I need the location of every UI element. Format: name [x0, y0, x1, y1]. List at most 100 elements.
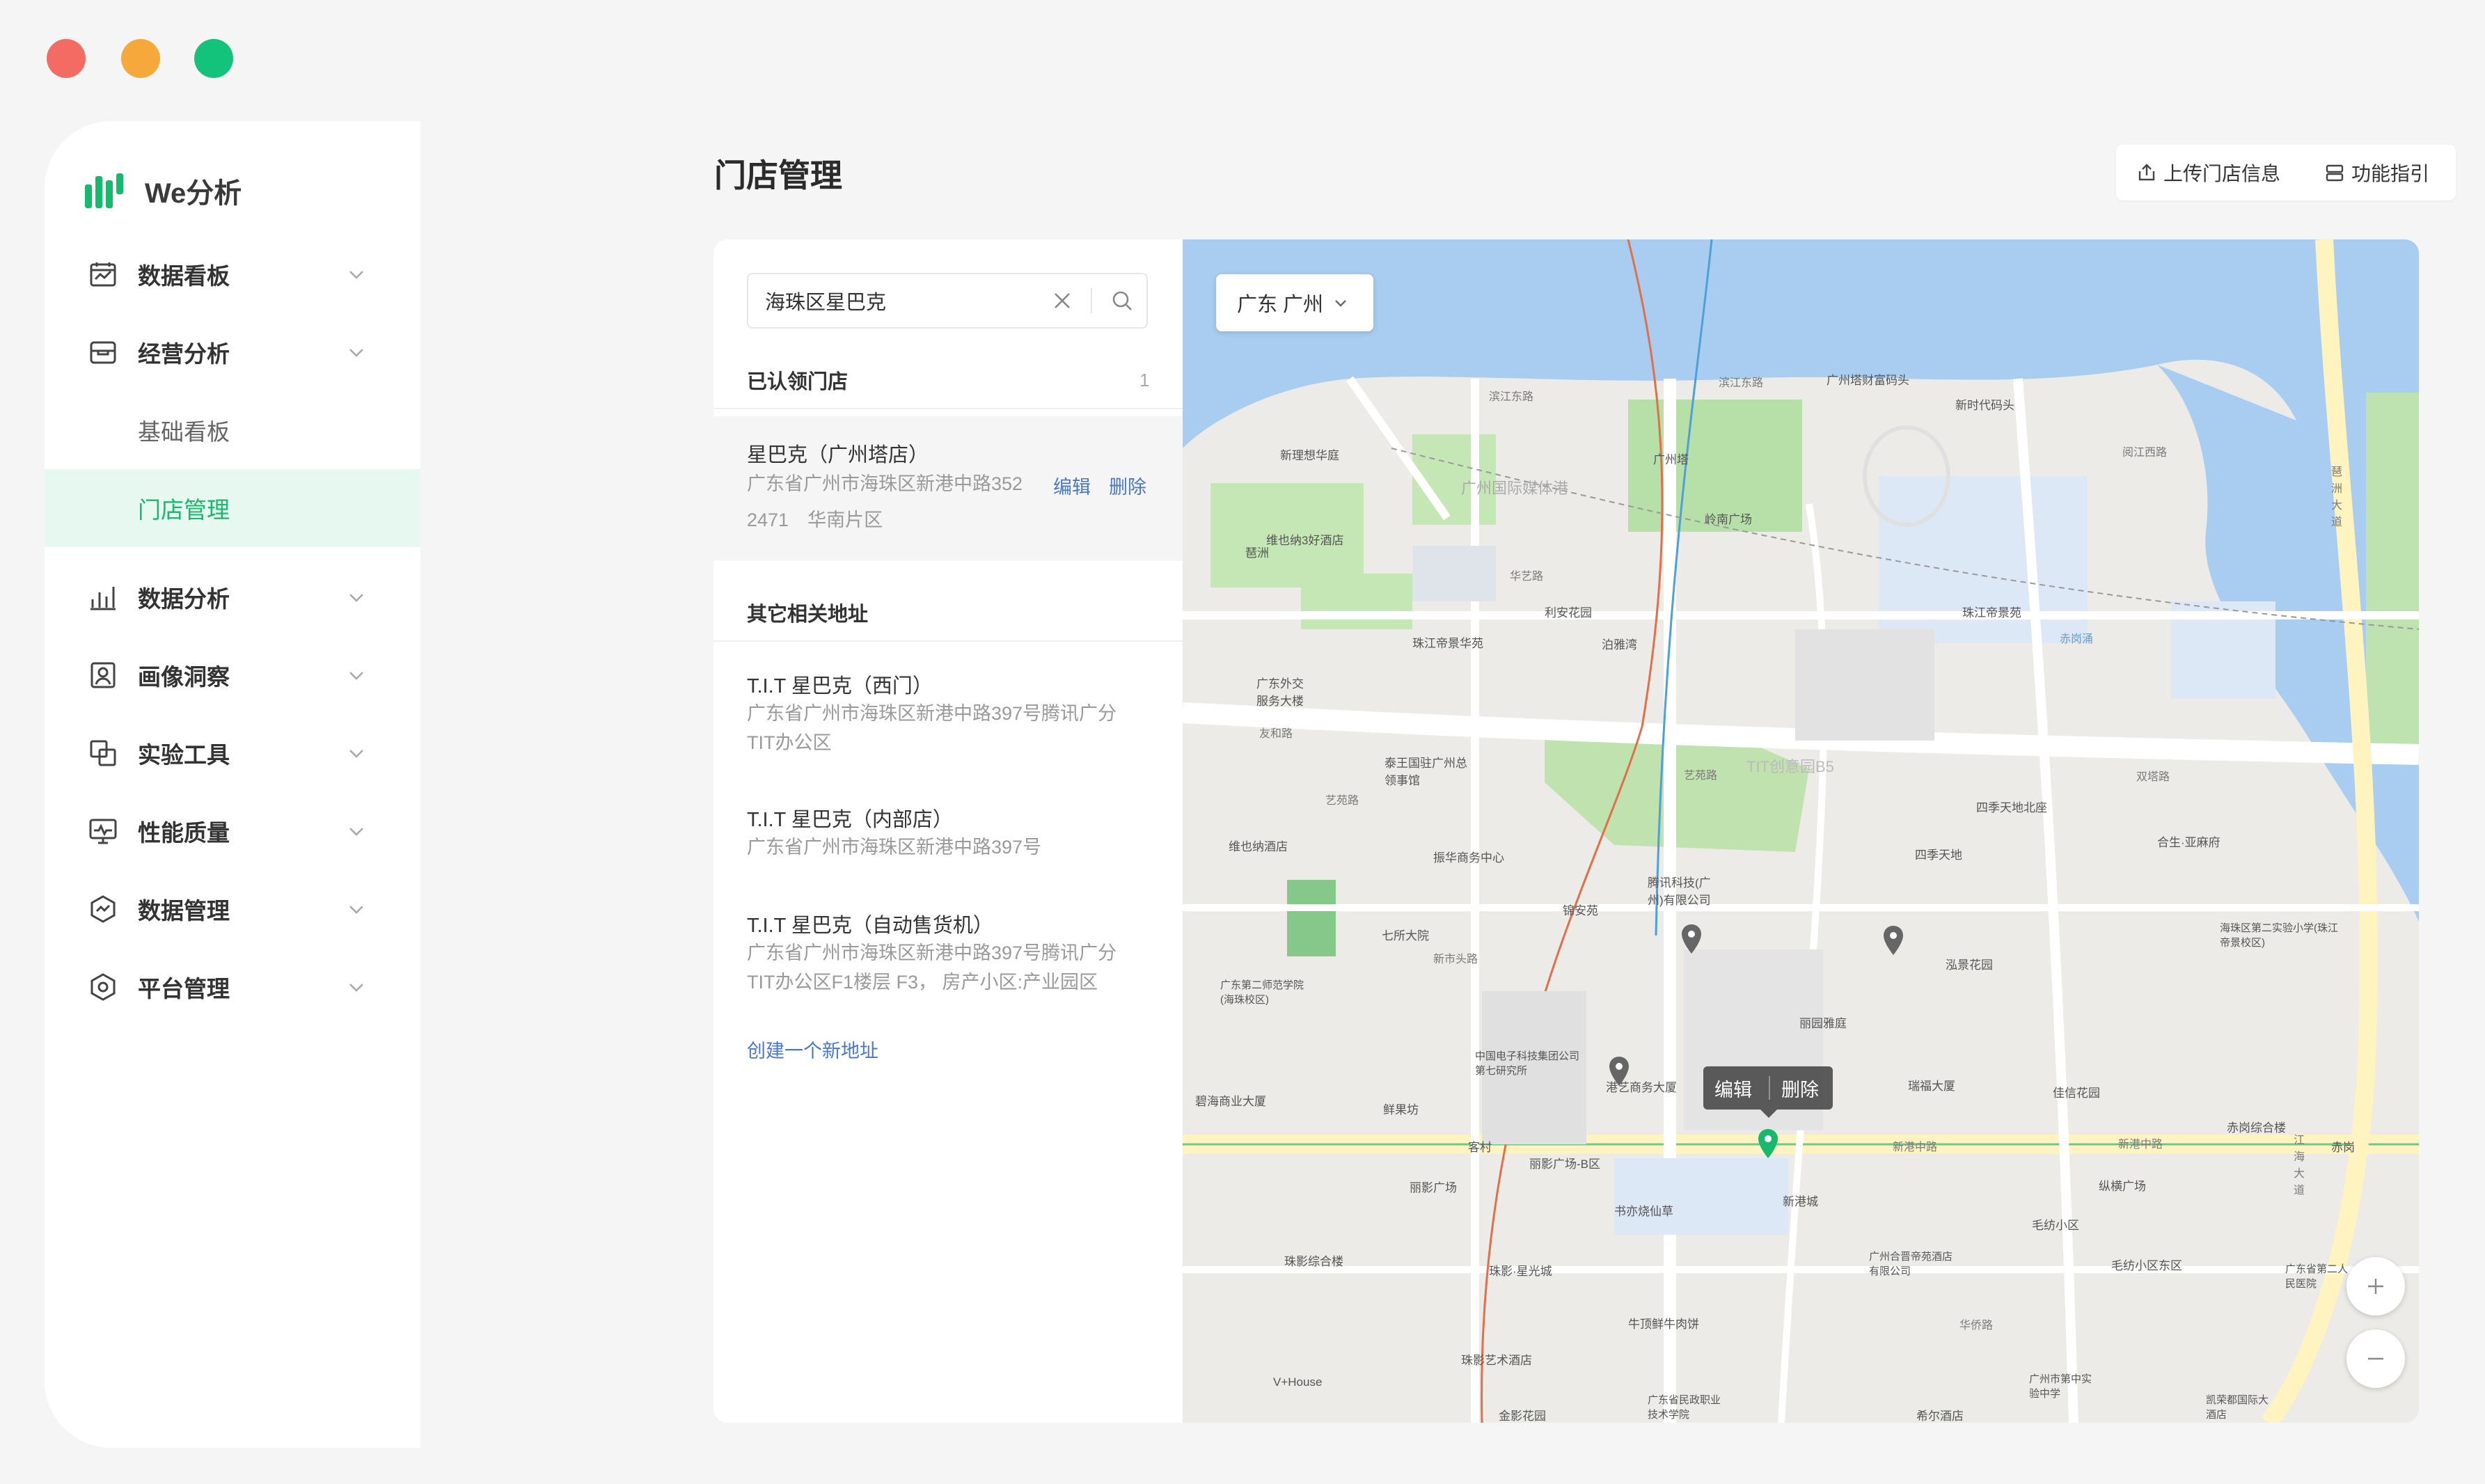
feature-guide-button[interactable]: 功能指引 — [2325, 159, 2429, 187]
map-label: 毛纺小区 — [2032, 1219, 2079, 1232]
address-name: T.I.T 星巴克（内部店） — [747, 809, 953, 831]
sidebar-item-basic-dashboard[interactable]: 基础看板 — [45, 391, 420, 469]
window-close-button[interactable] — [47, 39, 86, 78]
chevron-down-icon — [345, 820, 368, 842]
zoom-in-button[interactable] — [2346, 1257, 2405, 1316]
portrait-icon — [88, 660, 118, 690]
map-label: 四季天地北座 — [1976, 801, 2047, 814]
chevron-down-icon — [345, 742, 368, 764]
claimed-stores-count: 1 — [1139, 369, 1150, 390]
sidebar-item-label: 画像洞察 — [138, 664, 230, 690]
map-label: 阅江西路 — [2122, 447, 2168, 459]
sidebar: We分析 数据看板 经营分析 基础看板 门店管理 数据分析 画像洞察 实验工具 … — [45, 121, 420, 1448]
map-label: 新港城 — [1783, 1195, 1818, 1208]
sidebar-item-data-dashboard[interactable]: 数据看板 — [45, 235, 420, 313]
map-label: 广州塔 — [1653, 453, 1689, 466]
map[interactable]: 滨江东路 滨江东路 广州塔财富码头 新时代码头 阅江西路 新理想华庭 广州国际媒… — [1183, 239, 2419, 1423]
map-label: 艺苑路 — [1325, 795, 1359, 807]
sidebar-item-label: 基础看板 — [138, 419, 230, 445]
address-item[interactable]: T.I.T 星巴克（西门） 广东省广州市海珠区新港中路397号腾讯广分 TIT办… — [713, 650, 1183, 755]
claimed-stores-title: 已认领门店 — [747, 371, 849, 393]
chevron-down-icon — [345, 586, 368, 608]
map-label: 维也纳3好酒店 — [1266, 534, 1344, 547]
address-line: 广东省广州市海珠区新港中路397号 — [747, 837, 1042, 858]
map-label: 腾讯科技(广州)有限公司 — [1648, 876, 1711, 907]
map-label: 新市头路 — [1433, 954, 1478, 965]
map-label: 佳信花园 — [2053, 1087, 2100, 1100]
upload-store-info-label: 上传门店信息 — [2163, 163, 2281, 184]
chevron-down-icon — [345, 263, 368, 285]
search-input[interactable]: 海珠区星巴克 — [747, 273, 1148, 329]
map-label: 书亦烧仙草 — [1614, 1205, 1673, 1218]
claimed-store-item[interactable]: 星巴克（广州塔店） 广东省广州市海珠区新港中路352 2471 华南片区 编辑 … — [713, 416, 1183, 561]
clear-icon[interactable] — [1050, 289, 1074, 313]
search-icon[interactable] — [1110, 289, 1134, 313]
map-label: 广州塔财富码头 — [1827, 374, 1909, 387]
sidebar-item-platform-management[interactable]: 平台管理 — [45, 948, 420, 1026]
address-item[interactable]: T.I.T 星巴克（自动售货机） 广东省广州市海珠区新港中路397号腾讯广分 T… — [713, 890, 1183, 1001]
sidebar-item-label: 数据看板 — [138, 263, 230, 289]
upload-store-info-button[interactable]: 上传门店信息 — [2137, 159, 2280, 187]
pin-delete-button[interactable]: 删除 — [1781, 1075, 1819, 1102]
map-pin-icon[interactable] — [1680, 923, 1703, 955]
sidebar-item-experiment-tools[interactable]: 实验工具 — [45, 714, 420, 792]
store-address-extra: 2471 华南片区 — [747, 510, 883, 530]
map-label: 珠影·星光城 — [1489, 1265, 1552, 1278]
store-icon — [88, 337, 118, 368]
top-actions: 上传门店信息 功能指引 — [2116, 145, 2456, 200]
window-minimize-button[interactable] — [121, 39, 160, 78]
address-line: 广东省广州市海珠区新港中路397号腾讯广分 — [747, 703, 1117, 724]
sidebar-item-label: 经营分析 — [138, 341, 230, 367]
data-manage-icon — [88, 894, 118, 924]
map-label: 新时代码头 — [1955, 399, 2014, 412]
chevron-down-icon — [1335, 300, 1346, 307]
platform-icon — [88, 972, 118, 1002]
map-label: 琶洲 — [1245, 546, 1269, 560]
map-pin-icon[interactable] — [1882, 924, 1905, 956]
popup-arrow — [1760, 1110, 1777, 1118]
city-selector[interactable]: 广东 广州 — [1216, 274, 1373, 331]
logo: We分析 — [84, 155, 242, 227]
address-line: 广东省广州市海珠区新港中路397号腾讯广分 — [747, 942, 1117, 963]
store-list: 海珠区星巴克 已认领门店 1 星巴克（广州塔店） 广东省广州市海珠区新港中路35… — [713, 239, 1183, 1423]
map-label: 金影花园 — [1499, 1410, 1546, 1423]
store-panel: 海珠区星巴克 已认领门店 1 星巴克（广州塔店） 广东省广州市海珠区新港中路35… — [713, 239, 2419, 1423]
sidebar-item-label: 门店管理 — [138, 497, 230, 523]
edit-store-button[interactable]: 编辑 — [1053, 472, 1091, 499]
minus-icon — [2368, 1357, 2383, 1360]
selected-store-pin-icon[interactable] — [1756, 1128, 1780, 1160]
map-label: 琶洲大道 — [2331, 466, 2343, 528]
experiment-icon — [88, 738, 118, 768]
address-line: TIT办公区F1楼层 F3， 房产小区:产业园区 — [747, 972, 1098, 993]
city-selector-label: 广东 广州 — [1237, 294, 1324, 316]
delete-store-button[interactable]: 删除 — [1109, 472, 1146, 499]
sidebar-item-store-management[interactable]: 门店管理 — [45, 469, 420, 547]
map-label: 四季天地 — [1915, 848, 1962, 862]
create-address-link[interactable]: 创建一个新地址 — [747, 1036, 878, 1063]
map-label: 锦安苑 — [1563, 904, 1598, 917]
chevron-down-icon — [345, 898, 368, 920]
map-label: 赤岗涌 — [2060, 633, 2094, 645]
map-label: 新理想华庭 — [1280, 449, 1339, 462]
sidebar-item-data-management[interactable]: 数据管理 — [45, 870, 420, 948]
search-input-value: 海珠区星巴克 — [765, 292, 887, 314]
sidebar-item-data-analysis[interactable]: 数据分析 — [45, 558, 420, 636]
map-label: 江海大道 — [2294, 1135, 2305, 1197]
map-label: 振华商务中心 — [1433, 851, 1504, 865]
zoom-out-button[interactable] — [2346, 1329, 2405, 1388]
map-label: 珠江帝景苑 — [1962, 606, 2021, 619]
address-item[interactable]: T.I.T 星巴克（内部店） 广东省广州市海珠区新港中路397号 — [713, 784, 1183, 860]
monitor-icon — [88, 816, 118, 846]
map-label: 滨江东路 — [1489, 391, 1534, 403]
sidebar-item-business-analysis[interactable]: 经营分析 — [45, 313, 420, 391]
map-label: 赤岗 — [2331, 1141, 2355, 1154]
sidebar-item-performance-quality[interactable]: 性能质量 — [45, 792, 420, 870]
pin-edit-button[interactable]: 编辑 — [1714, 1075, 1752, 1102]
map-label: 丽影广场-B区 — [1529, 1158, 1600, 1171]
sidebar-item-portrait-insight[interactable]: 画像洞察 — [45, 636, 420, 714]
popup-divider — [1769, 1076, 1770, 1100]
address-name: T.I.T 星巴克（西门） — [747, 675, 933, 697]
window-maximize-button[interactable] — [194, 39, 233, 78]
map-pin-icon[interactable] — [1607, 1055, 1631, 1087]
map-label: 海珠区第二实验小学(珠江帝景校区) — [2220, 922, 2338, 949]
